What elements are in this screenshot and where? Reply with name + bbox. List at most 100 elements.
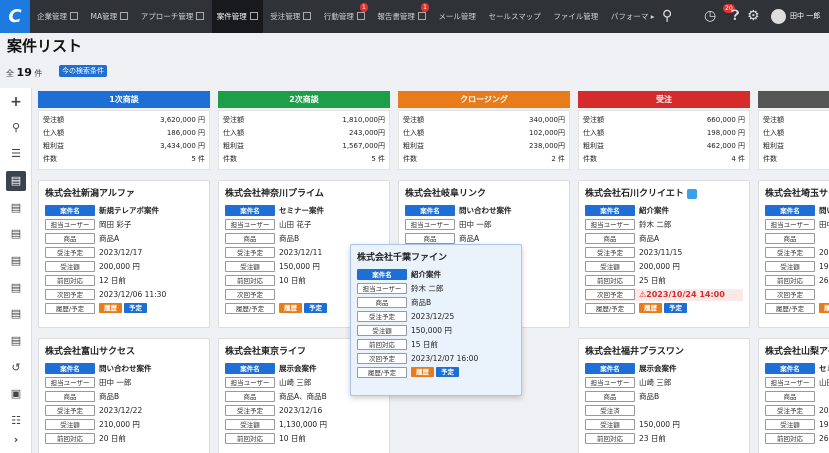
stage-header[interactable]: 受注 [578, 91, 750, 108]
user-name[interactable]: 田中 一郎 [790, 11, 820, 21]
tab-mail[interactable]: メール管理 [433, 0, 481, 33]
field-value: 200,000 円 [99, 262, 140, 271]
doc-icon[interactable]: ▤ [6, 278, 26, 298]
tab-files[interactable]: ファイル管理 [548, 0, 603, 33]
plus-icon[interactable]: + [6, 92, 26, 112]
history-tag-button[interactable]: 履歴 [279, 303, 302, 313]
summary-label: 粗利益 [583, 142, 604, 150]
card-company[interactable]: 株式会社神奈川プライム [225, 187, 383, 201]
field-label: 受注額 [45, 419, 95, 430]
field-row: 受注予定 2023/12/16 [225, 405, 383, 417]
history-tag-button[interactable]: 履歴 [639, 303, 662, 313]
app-logo[interactable]: C [0, 0, 30, 33]
doc-icon[interactable]: ▤ [6, 304, 26, 324]
deal-card[interactable]: 株式会社富山サクセス 案件名 問い合わせ案件 担当ユーザー 田中 一郎 商品 商品B … [38, 338, 210, 453]
current-filter-button[interactable]: 今の検索条件 [59, 65, 107, 77]
card-company[interactable]: 株式会社福井プラスワン [585, 345, 743, 359]
info-icon[interactable] [686, 188, 697, 199]
doc-icon[interactable]: ▤ [6, 224, 26, 244]
gear-icon[interactable]: ⚙ [747, 8, 760, 24]
card-company[interactable]: 株式会社埼玉サクセス [765, 187, 829, 201]
tab-salesmap[interactable]: セールスマップ [483, 0, 545, 33]
search-icon[interactable]: ⚲ [662, 8, 672, 24]
field-value: 鈴木 二郎 [639, 220, 672, 229]
card-company[interactable]: 株式会社新潟アルファ [45, 187, 203, 201]
summary-row: 粗利益 462,000 円 [583, 140, 745, 153]
field-value: 2023/12/17 [99, 248, 143, 257]
summary-row: 仕入額 243,000円 [223, 127, 385, 140]
history-tag-button[interactable]: 履歴 [99, 303, 122, 313]
summary-row: 粗利益 238,000円 [403, 140, 565, 153]
history-tag-button[interactable]: 履歴 [819, 303, 829, 313]
board-icon[interactable]: ▤ [6, 171, 26, 191]
summary-row: 件数 5 件 [223, 153, 385, 166]
doc-icon[interactable]: ▤ [6, 198, 26, 218]
field-row: 前回対応 26 [765, 275, 829, 287]
field-value: 1,130,000 円 [279, 420, 328, 429]
chevron-right-icon[interactable]: › [6, 430, 26, 450]
top-navigation-bar: C 企業管理 MA管理 アプローチ管理 案件管理 受注管理 行動管理 1 報告書管… [0, 0, 829, 33]
table-icon[interactable]: ☷ [6, 411, 26, 431]
notification-badge: 1 [360, 3, 368, 12]
field-label: 案件名 [45, 363, 95, 374]
field-value: 12 日前 [99, 276, 126, 285]
deal-card[interactable]: 株式会社福井プラスワン 案件名 展示会案件 担当ユーザー 山崎 三郎 商品 商品B 受… [578, 338, 750, 453]
field-row: 前回対応 25 日前 [585, 275, 743, 287]
tab-label: 案件管理 [216, 12, 247, 21]
calendar-icon[interactable]: ▣ [6, 384, 26, 404]
deal-card[interactable]: 株式会社埼玉サクセス 案件名問い 担当ユーザー田中 商品 受注予定 202 受注額… [758, 180, 829, 328]
doc-icon[interactable]: ▤ [6, 251, 26, 271]
card-company[interactable]: 株式会社富山サクセス [45, 345, 203, 359]
popup-icon [70, 12, 78, 20]
field-label: 次回予定 [585, 289, 635, 300]
summary-row: 受注額 660,000 円 [583, 114, 745, 127]
deal-card[interactable]: 株式会社山梨アイ 案件名セミ 担当ユーザー山田 商品 受注予定 202 受注額 19… [758, 338, 829, 453]
search-icon[interactable]: ⚲ [6, 118, 26, 138]
tab-reports[interactable]: 報告書管理 1 [372, 0, 431, 33]
notification-badge: 1 [421, 3, 429, 12]
tab-ma[interactable]: MA管理 [86, 0, 134, 33]
summary-label: 件数 [763, 155, 777, 163]
help-icon[interactable]: ❓︎ [731, 8, 739, 24]
summary-label: 件数 [403, 155, 417, 163]
list-icon[interactable]: ☰ [6, 144, 26, 164]
card-company[interactable]: 株式会社山梨アイ [765, 345, 829, 359]
tab-approach[interactable]: アプローチ管理 [136, 0, 210, 33]
summary-row: 仕入額 198,000 円 [583, 127, 745, 140]
summary-label: 粗利益 [763, 142, 784, 150]
stage-header[interactable]: 2次商談 [218, 91, 390, 108]
plan-tag-button[interactable]: 予定 [124, 303, 147, 313]
undo-icon[interactable]: ↺ [6, 358, 26, 378]
field-label: 履歴/予定 [585, 303, 635, 314]
stage-header[interactable]: クロージング [398, 91, 570, 108]
history-tag-button[interactable]: 履歴 [411, 367, 434, 377]
field-row: 前回対応 23 日前 [585, 433, 743, 445]
card-company[interactable]: 株式会社千葉ファイン [357, 251, 515, 265]
field-label: 受注額 [45, 261, 95, 272]
plan-tag-button[interactable]: 予定 [304, 303, 327, 313]
plan-tag-button[interactable]: 予定 [436, 367, 459, 377]
field-label: 商品 [405, 233, 455, 244]
deal-card[interactable]: 株式会社石川クリイエト 案件名 紹介案件 担当ユーザー 鈴木 二郎 商品 商品A 受注… [578, 180, 750, 328]
tab-deals[interactable]: 案件管理 [211, 0, 263, 33]
avatar[interactable] [771, 9, 786, 24]
tab-orders[interactable]: 受注管理 [265, 0, 316, 33]
card-company[interactable]: 株式会社岐阜リンク [405, 187, 563, 201]
field-label: 案件名 [585, 363, 635, 374]
field-label: 担当ユーザー [585, 377, 635, 388]
card-company[interactable]: 株式会社石川クリイエト [585, 189, 684, 199]
tab-activity[interactable]: 行動管理 1 [319, 0, 370, 33]
doc-icon[interactable]: ▤ [6, 331, 26, 351]
field-label: 受注額 [225, 261, 275, 272]
tab-company[interactable]: 企業管理 [32, 0, 83, 33]
field-value: 202 [819, 406, 829, 415]
clock-icon[interactable]: ◷ [704, 8, 716, 24]
dragging-deal-card[interactable]: 株式会社千葉ファイン 案件名 紹介案件 担当ユーザー 鈴木 二郎 商品 商品B 受注予… [350, 244, 522, 396]
tab-performance[interactable]: パフォーマ ▸ [606, 0, 660, 33]
field-label: 履歴/予定 [225, 303, 275, 314]
stage-header[interactable]: 1次商談 [38, 91, 210, 108]
stage-summary: 受注額 3,620,000 円 仕入額 186,000 円 粗利益 3,434,000… [38, 110, 210, 170]
plan-tag-button[interactable]: 予定 [664, 303, 687, 313]
deal-card[interactable]: 株式会社新潟アルファ 案件名 新規テレアポ案件 担当ユーザー 岡田 彩子 商品 商品A… [38, 180, 210, 328]
stage-header[interactable] [758, 91, 829, 108]
